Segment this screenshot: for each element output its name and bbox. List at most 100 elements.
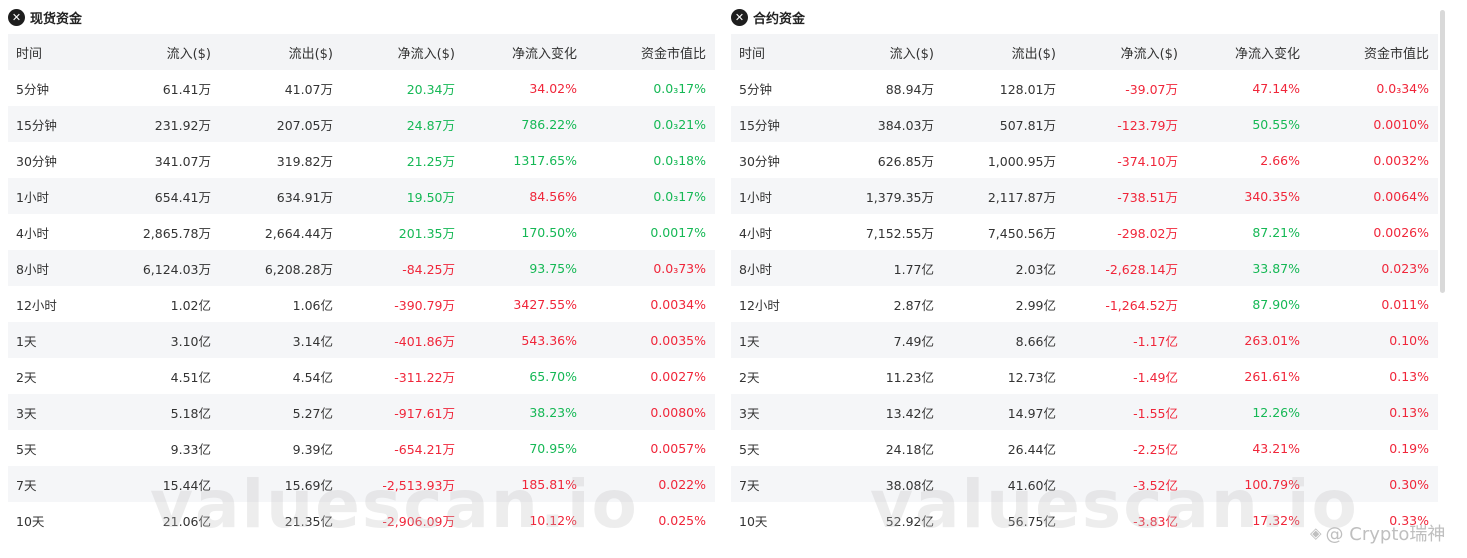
cell-cap-ratio: 0.0₃17% <box>653 188 706 204</box>
cell-inflow: 231.92万 <box>154 117 211 133</box>
cell-time: 7天 <box>16 477 37 493</box>
vertical-scrollbar[interactable] <box>1440 10 1445 293</box>
cell-cap-ratio: 0.023% <box>1381 260 1429 276</box>
table-row: 4小时 7,152.55万 7,450.56万 -298.02万 87.21% 0.002… <box>731 214 1438 250</box>
cell-net-inflow: -2,628.14万 <box>1105 261 1178 277</box>
cell-cap-ratio: 0.19% <box>1389 440 1429 456</box>
cell-net-change: 65.70% <box>529 368 577 384</box>
cell-time: 10天 <box>16 513 45 529</box>
table-row: 15分钟 384.03万 507.81万 -123.79万 50.55% 0.0010% <box>731 106 1438 142</box>
table-row: 30分钟 626.85万 1,000.95万 -374.10万 2.66% 0.0032% <box>731 142 1438 178</box>
cell-net-inflow: -401.86万 <box>394 333 455 349</box>
cell-inflow: 61.41万 <box>162 81 211 97</box>
cell-outflow: 41.07万 <box>284 81 333 97</box>
cell-outflow: 26.44亿 <box>1007 441 1056 457</box>
spot-panel-title: 现货资金 <box>30 11 83 27</box>
table-row: 7天 15.44亿 15.69亿 -2,513.93万 185.81% 0.022% <box>8 466 715 502</box>
cell-cap-ratio: 0.0057% <box>650 440 706 456</box>
cell-inflow: 52.92亿 <box>885 513 934 529</box>
cell-net-inflow: -1,264.52万 <box>1105 297 1178 313</box>
cell-net-change: 100.79% <box>1244 476 1300 492</box>
table-row: 2天 4.51亿 4.54亿 -311.22万 65.70% 0.0027% <box>8 358 715 394</box>
cell-time: 12小时 <box>16 297 57 313</box>
cell-cap-ratio: 0.0032% <box>1373 152 1429 168</box>
cell-outflow: 14.97亿 <box>1007 405 1056 421</box>
cell-net-change: 185.81% <box>521 476 577 492</box>
cell-net-inflow: 24.87万 <box>406 117 455 133</box>
cell-net-change: 33.87% <box>1252 260 1300 276</box>
cell-net-change: 12.26% <box>1252 404 1300 420</box>
cell-inflow: 654.41万 <box>154 189 211 205</box>
cell-outflow: 5.27亿 <box>292 405 333 421</box>
cell-time: 1小时 <box>16 189 49 205</box>
cell-net-change: 263.01% <box>1244 332 1300 348</box>
cell-cap-ratio: 0.10% <box>1389 332 1429 348</box>
cell-net-change: 47.14% <box>1252 80 1300 96</box>
cell-net-inflow: -1.17亿 <box>1133 333 1178 349</box>
table-row: 15分钟 231.92万 207.05万 24.87万 786.22% 0.0₃21% <box>8 106 715 142</box>
cell-net-change: 43.21% <box>1252 440 1300 456</box>
cell-inflow: 11.23亿 <box>885 369 934 385</box>
cell-inflow: 38.08亿 <box>885 477 934 493</box>
cell-net-change: 340.35% <box>1244 188 1300 204</box>
spot-table-body: 5分钟 61.41万 41.07万 20.34万 34.02% 0.0₃17% 15分钟 23… <box>8 70 715 538</box>
cell-net-inflow: -311.22万 <box>394 369 455 385</box>
contract-funds-table: 时间 流入($) 流出($) 净流入($) 净流入变化 资金市值比 5分钟 88.… <box>731 34 1438 538</box>
cell-time: 1天 <box>16 333 37 349</box>
cell-net-inflow: -390.79万 <box>394 297 455 313</box>
cell-time: 30分钟 <box>16 153 57 169</box>
table-row: 12小时 2.87亿 2.99亿 -1,264.52万 87.90% 0.011% <box>731 286 1438 322</box>
cell-net-change: 38.23% <box>529 404 577 420</box>
cell-net-change: 87.90% <box>1252 296 1300 312</box>
cell-net-inflow: -1.49亿 <box>1133 369 1178 385</box>
table-row: 1小时 654.41万 634.91万 19.50万 84.56% 0.0₃17% <box>8 178 715 214</box>
close-icon[interactable]: ✕ <box>8 8 25 26</box>
cell-time: 15分钟 <box>739 117 780 133</box>
header-outflow: 流出($) <box>1011 46 1056 62</box>
table-row: 3天 5.18亿 5.27亿 -917.61万 38.23% 0.0080% <box>8 394 715 430</box>
table-header-row: 时间 流入($) 流出($) 净流入($) 净流入变化 资金市值比 <box>731 34 1438 70</box>
cell-net-inflow: -374.10万 <box>1117 153 1178 169</box>
cell-net-change: 87.21% <box>1252 224 1300 240</box>
cell-cap-ratio: 0.30% <box>1389 476 1429 492</box>
cell-net-change: 261.61% <box>1244 368 1300 384</box>
cell-net-inflow: -3.83亿 <box>1133 513 1178 529</box>
cell-time: 2天 <box>16 369 37 385</box>
header-net-inflow: 净流入($) <box>1120 46 1178 62</box>
cell-inflow: 3.10亿 <box>170 333 211 349</box>
cell-time: 4小时 <box>16 225 49 241</box>
cell-net-change: 34.02% <box>529 80 577 96</box>
table-row: 8小时 1.77亿 2.03亿 -2,628.14万 33.87% 0.023% <box>731 250 1438 286</box>
cell-outflow: 128.01万 <box>999 81 1056 97</box>
cell-cap-ratio: 0.0026% <box>1373 224 1429 240</box>
cell-cap-ratio: 0.33% <box>1389 512 1429 528</box>
cell-inflow: 1.02亿 <box>170 297 211 313</box>
cell-time: 5天 <box>739 441 760 457</box>
cell-outflow: 2.99亿 <box>1015 297 1056 313</box>
header-time: 时间 <box>739 46 766 62</box>
close-icon[interactable]: ✕ <box>731 8 748 26</box>
cell-outflow: 1.06亿 <box>292 297 333 313</box>
cell-time: 3天 <box>16 405 37 421</box>
cell-inflow: 24.18亿 <box>885 441 934 457</box>
cell-time: 2天 <box>739 369 760 385</box>
cell-cap-ratio: 0.0010% <box>1373 116 1429 132</box>
table-row: 1小时 1,379.35万 2,117.87万 -738.51万 340.35% 0.00… <box>731 178 1438 214</box>
cell-outflow: 2,117.87万 <box>987 189 1056 205</box>
cell-outflow: 21.35亿 <box>284 513 333 529</box>
cell-cap-ratio: 0.022% <box>658 476 706 492</box>
table-row: 2天 11.23亿 12.73亿 -1.49亿 261.61% 0.13% <box>731 358 1438 394</box>
cell-net-change: 3427.55% <box>513 296 577 312</box>
cell-inflow: 7,152.55万 <box>865 225 934 241</box>
spot-funds-table: 时间 流入($) 流出($) 净流入($) 净流入变化 资金市值比 5分钟 61.… <box>8 34 715 538</box>
cell-outflow: 2.03亿 <box>1015 261 1056 277</box>
table-row: 1天 3.10亿 3.14亿 -401.86万 543.36% 0.0035% <box>8 322 715 358</box>
cell-outflow: 319.82万 <box>276 153 333 169</box>
contract-panel-title: 合约资金 <box>753 11 806 27</box>
cell-inflow: 7.49亿 <box>893 333 934 349</box>
cell-cap-ratio: 0.011% <box>1381 296 1429 312</box>
cell-outflow: 3.14亿 <box>292 333 333 349</box>
cell-net-inflow: -738.51万 <box>1117 189 1178 205</box>
cell-cap-ratio: 0.0₃17% <box>653 80 706 96</box>
cell-inflow: 4.51亿 <box>170 369 211 385</box>
